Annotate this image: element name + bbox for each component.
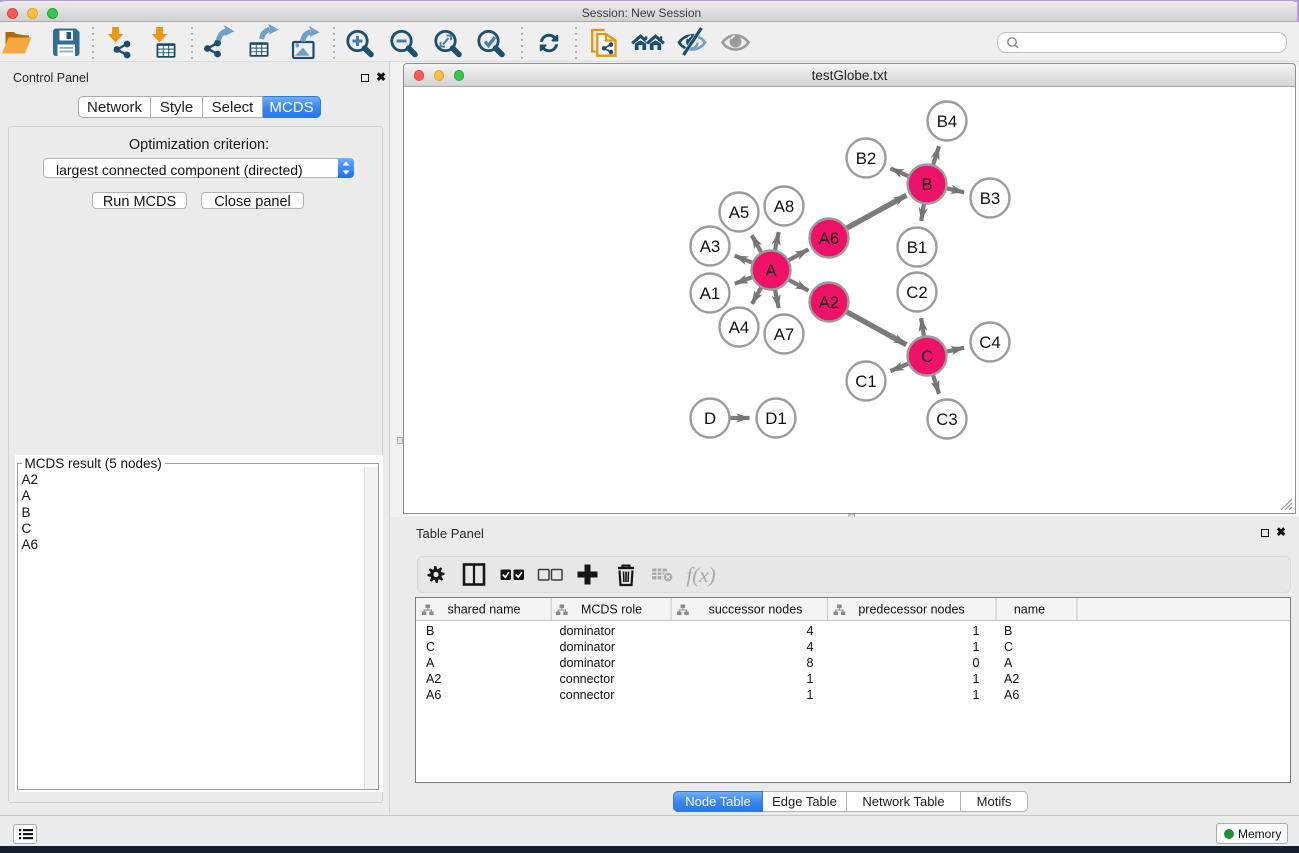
svg-text:C1: C1 <box>855 372 876 391</box>
svg-text:A2: A2 <box>819 293 840 312</box>
svg-text:B3: B3 <box>980 189 1001 208</box>
svg-text:A6: A6 <box>819 229 840 248</box>
svg-text:D: D <box>704 409 716 428</box>
svg-text:A8: A8 <box>774 197 795 216</box>
svg-text:C3: C3 <box>936 410 957 429</box>
svg-text:shared name: shared name <box>447 603 520 617</box>
svg-text:C4: C4 <box>979 333 1000 352</box>
svg-text:A4: A4 <box>729 318 750 337</box>
svg-text:B1: B1 <box>907 238 928 257</box>
svg-text:C2: C2 <box>906 283 927 302</box>
svg-text:predecessor nodes: predecessor nodes <box>858 603 964 617</box>
svg-text:MCDS role: MCDS role <box>580 603 641 617</box>
svg-text:name: name <box>1013 603 1044 617</box>
svg-text:B: B <box>921 175 932 194</box>
svg-text:A: A <box>765 261 777 280</box>
svg-text:A1: A1 <box>700 284 721 303</box>
svg-text:successor nodes: successor nodes <box>708 603 802 617</box>
svg-text:A5: A5 <box>729 203 750 222</box>
svg-text:C: C <box>921 347 933 366</box>
svg-text:f(x): f(x) <box>686 563 715 587</box>
svg-text:D1: D1 <box>765 409 786 428</box>
svg-text:B4: B4 <box>937 112 958 131</box>
svg-text:A7: A7 <box>774 325 795 344</box>
svg-text:B2: B2 <box>856 149 877 168</box>
svg-text:A3: A3 <box>700 237 721 256</box>
